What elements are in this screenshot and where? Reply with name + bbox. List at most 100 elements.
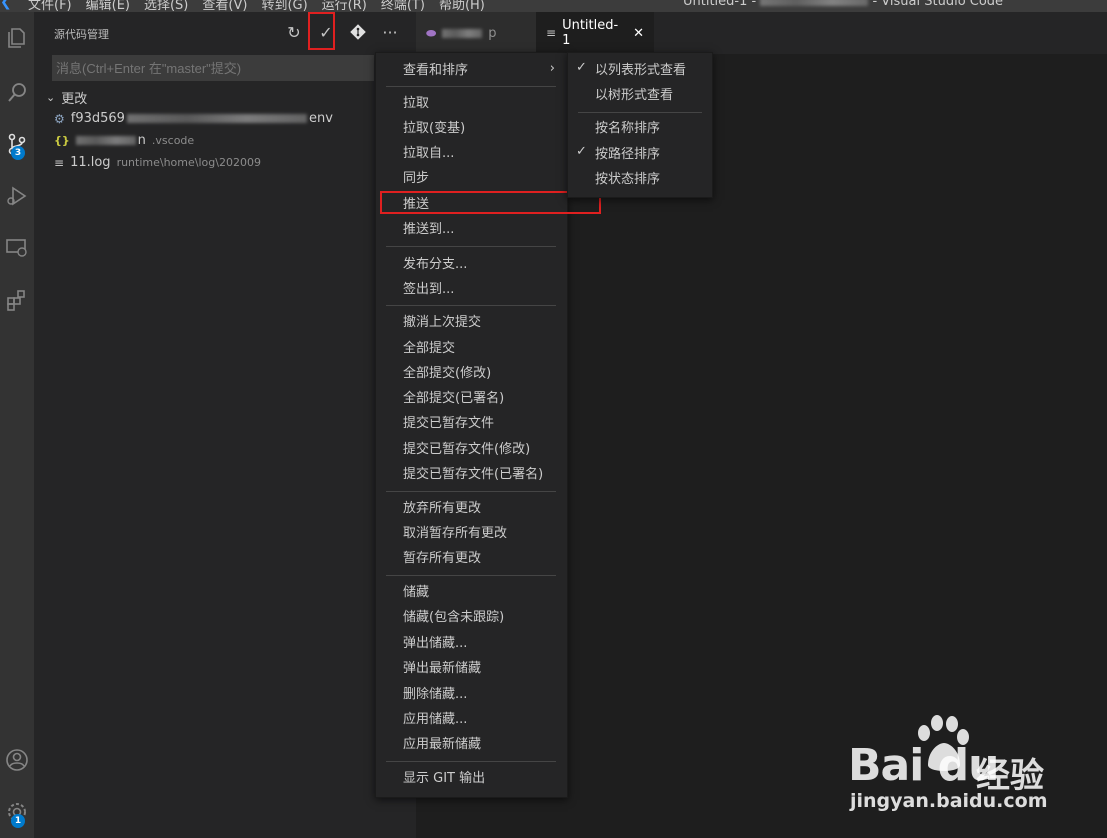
menu-item-unstage-all[interactable]: 取消暂存所有更改 [403, 523, 507, 545]
remote-explorer-activity[interactable] [0, 228, 34, 268]
menu-item-apply-stash[interactable]: 应用储藏... [403, 709, 467, 731]
extensions-activity[interactable] [0, 280, 34, 320]
menu-item-publish-branch[interactable]: 发布分支... [403, 254, 467, 276]
settings-badge: 1 [11, 814, 25, 828]
submenu-item-sort-by-status[interactable]: 按状态排序 [595, 169, 660, 191]
menu-separator [578, 112, 702, 113]
file-name: n [75, 133, 146, 148]
git-branch-button[interactable] [346, 20, 370, 44]
menu-item-drop-stash[interactable]: 删除储藏... [403, 684, 467, 706]
menu-item-show-git-output[interactable]: 显示 GIT 输出 [403, 768, 485, 790]
close-icon[interactable]: ✕ [633, 26, 644, 41]
menu-item-pull-rebase[interactable]: 拉取(变基) [403, 118, 465, 140]
menu-go[interactable]: 转到(G) [261, 0, 307, 12]
changed-file-row[interactable]: {} n .vscode [54, 133, 194, 148]
menu-item-stash-untracked[interactable]: 储藏(包含未跟踪) [403, 607, 504, 629]
menu-separator [386, 246, 556, 247]
menu-separator [386, 86, 556, 87]
view-sort-submenu: ✓ 以列表形式查看 以树形式查看 按名称排序 ✓ 按路径排序 按状态排序 [567, 52, 713, 198]
file-path: .vscode [151, 134, 195, 147]
menu-item-stage-all[interactable]: 暂存所有更改 [403, 548, 481, 570]
checkmark-icon: ✓ [576, 60, 587, 75]
menu-item-pop-stash[interactable]: 弹出储藏... [403, 633, 467, 655]
extensions-icon [7, 290, 25, 311]
menu-separator [386, 305, 556, 306]
menu-item-commit-all-signed[interactable]: 全部提交(已署名) [403, 388, 504, 410]
menu-item-checkout-to[interactable]: 签出到... [403, 279, 454, 301]
file-name: f93d569 env [70, 111, 333, 126]
menu-item-discard-all[interactable]: 放弃所有更改 [403, 498, 481, 520]
menu-file[interactable]: 文件(F) [28, 0, 72, 12]
menu-edit[interactable]: 编辑(E) [86, 0, 130, 12]
tab-inactive[interactable]: ⬬ p [416, 12, 536, 54]
menu-item-apply-latest-stash[interactable]: 应用最新储藏 [403, 734, 481, 756]
menu-item-commit-all-amend[interactable]: 全部提交(修改) [403, 363, 491, 385]
tab-label: Untitled-1 [562, 18, 619, 48]
gear-file-icon: ⚙ [54, 111, 65, 126]
panel-title: 源代码管理 [54, 28, 109, 41]
menu-separator [386, 491, 556, 492]
menu-item-commit-staged-amend[interactable]: 提交已暂存文件(修改) [403, 439, 530, 461]
submenu-item-view-as-list[interactable]: 以列表形式查看 [595, 60, 686, 82]
menu-selection[interactable]: 选择(S) [144, 0, 188, 12]
chevron-down-icon: ⌄ [46, 91, 56, 104]
accounts-activity[interactable] [0, 740, 34, 780]
menu-view[interactable]: 查看(V) [202, 0, 247, 12]
refresh-icon: ↻ [287, 22, 301, 42]
explorer-activity[interactable] [0, 18, 34, 58]
changed-file-row[interactable]: ⚙ f93d569 env [54, 111, 333, 126]
tab-untitled-1[interactable]: ≡ Untitled-1 ✕ [536, 12, 654, 54]
window-title-prefix: Untitled-1 - [683, 0, 761, 9]
menu-terminal[interactable]: 终端(T) [381, 0, 425, 12]
ellipsis-icon: ··· [382, 22, 398, 42]
git-icon [350, 24, 366, 40]
commit-message-input[interactable] [52, 55, 374, 81]
php-file-icon: ⬬ [426, 25, 437, 40]
search-activity[interactable] [0, 72, 34, 112]
source-control-panel: 源代码管理 ↻ ✓ ··· ⌄ 更改 ⚙ f93d569env {} n .vs… [34, 12, 416, 838]
submenu-item-sort-by-name[interactable]: 按名称排序 [595, 118, 660, 140]
menu-item-stash[interactable]: 储藏 [403, 582, 429, 604]
manage-activity[interactable]: 1 [0, 792, 34, 832]
json-file-icon: {} [54, 134, 70, 147]
menu-item-undo-last-commit[interactable]: 撤消上次提交 [403, 312, 481, 334]
menu-item-pull[interactable]: 拉取 [403, 93, 429, 115]
menu-item-commit-all[interactable]: 全部提交 [403, 338, 455, 360]
window-title-suffix: - Visual Studio Code [868, 0, 1004, 9]
redacted-text [442, 28, 483, 38]
changes-section-header[interactable]: ⌄ 更改 [46, 88, 87, 107]
changes-label: 更改 [61, 92, 88, 107]
file-name: 11.log [70, 155, 111, 170]
window-title: Untitled-1 - - Visual Studio Code [683, 0, 1003, 9]
menu-item-push-to[interactable]: 推送到... [403, 219, 454, 241]
menu-item-pull-from[interactable]: 拉取自... [403, 143, 454, 165]
checkmark-icon: ✓ [576, 144, 587, 159]
editor-tabs: ⬬ p ≡ Untitled-1 ✕ [416, 12, 1107, 54]
scm-badge: 3 [11, 146, 25, 160]
menu-item-view-sort[interactable]: 查看和排序 [403, 60, 468, 82]
more-actions-button[interactable]: ··· [378, 20, 402, 44]
run-debug-activity[interactable] [0, 176, 34, 216]
menu-run[interactable]: 运行(R) [322, 0, 367, 12]
tab-label: p [488, 25, 497, 41]
redacted-text [760, 0, 869, 6]
menu-bar: 文件(F) 编辑(E) 选择(S) 查看(V) 转到(G) 运行(R) 终端(T… [28, 0, 485, 12]
baidu-jingyan-watermark: Bai du 经验 jingyan.baidu.com [848, 715, 1048, 815]
menu-item-commit-staged-signed[interactable]: 提交已暂存文件(已署名) [403, 464, 543, 486]
submenu-item-sort-by-path[interactable]: 按路径排序 [595, 144, 660, 166]
activity-bar: 3 1 [0, 12, 34, 838]
menu-item-commit-staged[interactable]: 提交已暂存文件 [403, 413, 494, 435]
file-path: runtime\home\log\202009 [116, 156, 261, 169]
chevron-right-icon: › [549, 61, 555, 76]
menu-item-pop-latest-stash[interactable]: 弹出最新储藏 [403, 658, 481, 680]
source-control-activity[interactable]: 3 [0, 124, 34, 164]
title-bar: ❮ 文件(F) 编辑(E) 选择(S) 查看(V) 转到(G) 运行(R) 终端… [0, 0, 1107, 12]
submenu-item-view-as-tree[interactable]: 以树形式查看 [595, 85, 673, 107]
changed-file-row[interactable]: ≡ 11.log runtime\home\log\202009 [54, 155, 261, 170]
menu-help[interactable]: 帮助(H) [439, 0, 485, 12]
account-icon [6, 749, 28, 771]
remote-explorer-icon [6, 239, 27, 257]
watermark-url: jingyan.baidu.com [850, 790, 1048, 812]
refresh-button[interactable]: ↻ [282, 20, 306, 44]
menu-item-sync[interactable]: 同步 [403, 168, 429, 190]
